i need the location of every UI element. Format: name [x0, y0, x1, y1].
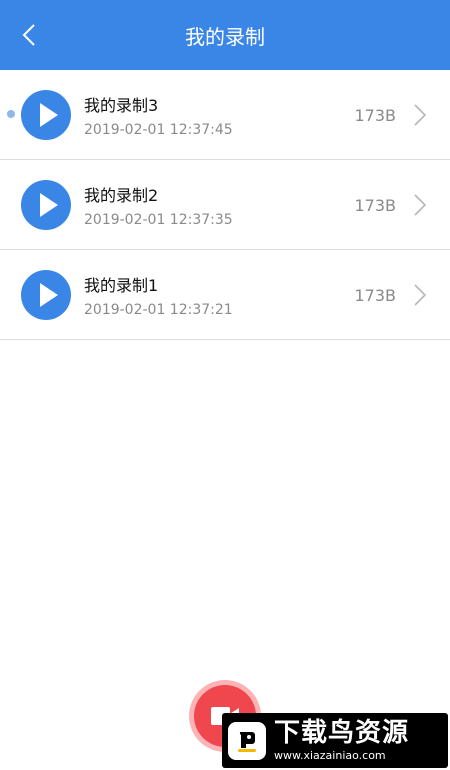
watermark-url: www.xiazainiao.com — [274, 748, 386, 762]
new-indicator-dot — [7, 110, 15, 118]
recording-time: 2019-02-01 12:37:35 — [84, 212, 233, 228]
watermark-title: 下载鸟资源 — [274, 717, 410, 748]
page-title: 我的录制 — [185, 24, 265, 49]
bird-logo-icon — [228, 721, 266, 760]
recording-time: 2019-02-01 12:37:21 — [84, 302, 233, 318]
recording-size: 173B — [354, 286, 396, 305]
back-button[interactable] — [14, 17, 44, 53]
recording-name: 我的录制3 — [84, 96, 159, 115]
watermark-text: 下载鸟资源 www.xiazainiao.com — [274, 719, 409, 763]
recording-name: 我的录制1 — [84, 276, 159, 295]
play-icon[interactable] — [21, 270, 71, 320]
recording-row[interactable]: 我的录制3 2019-02-01 12:37:45 173B — [0, 70, 450, 160]
play-icon[interactable] — [21, 180, 71, 230]
watermark-badge: 下载鸟资源 www.xiazainiao.com — [222, 713, 448, 768]
play-icon[interactable] — [21, 90, 71, 140]
recording-size: 173B — [354, 106, 396, 125]
recording-time: 2019-02-01 12:37:45 — [84, 122, 233, 138]
chevron-right-icon — [414, 104, 427, 126]
app: 我的录制 我的录制3 2019-02-01 12:37:45 173B 我的录制… — [0, 0, 450, 770]
recording-size: 173B — [354, 196, 396, 215]
chevron-right-icon — [414, 284, 427, 306]
chevron-right-icon — [414, 194, 427, 216]
recording-row[interactable]: 我的录制2 2019-02-01 12:37:35 173B — [0, 160, 450, 250]
recording-list: 我的录制3 2019-02-01 12:37:45 173B 我的录制2 201… — [0, 70, 450, 340]
chevron-left-icon — [22, 24, 35, 46]
header-bar: 我的录制 — [0, 0, 450, 70]
recording-row[interactable]: 我的录制1 2019-02-01 12:37:21 173B — [0, 250, 450, 340]
recording-name: 我的录制2 — [84, 186, 159, 205]
